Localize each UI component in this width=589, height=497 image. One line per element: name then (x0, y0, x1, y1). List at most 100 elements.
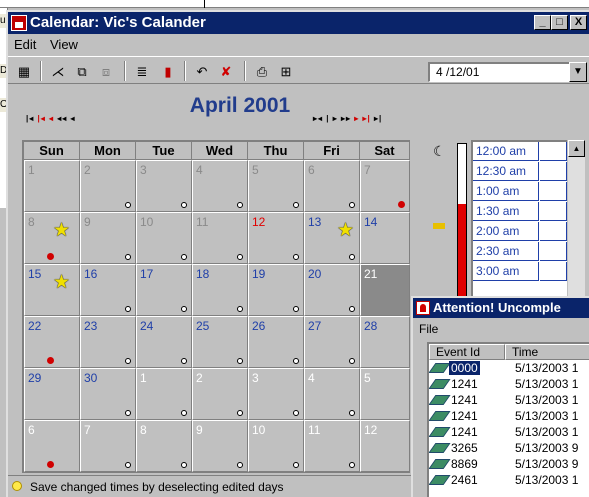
calendar-day-cell[interactable]: 11 (192, 212, 248, 264)
calendar-day-cell[interactable]: 26 (248, 316, 304, 368)
menu-file[interactable]: File (419, 322, 438, 336)
book-icon[interactable]: ▮ (158, 61, 178, 81)
calendar-day-cell[interactable]: 2 (80, 160, 136, 212)
calendar-day-cell[interactable]: 6 (24, 420, 80, 472)
time-slot-list: 12:00 am 12:30 am 1:00 am 1:30 am 2:00 am 2:3… (471, 140, 567, 300)
calendar-day-cell[interactable]: 9 (192, 420, 248, 472)
calendar-day-cell[interactable]: 6 (304, 160, 360, 212)
event-row[interactable]: 1241 5/13/2003 1 (429, 425, 589, 439)
date-dropdown-button[interactable]: ▼ (569, 62, 587, 82)
calendar-day-cell[interactable]: 27 (304, 316, 360, 368)
paste-icon[interactable]: ⧈ (96, 61, 116, 81)
calendar-day-cell[interactable]: 16 (80, 264, 136, 316)
calendar-day-cell[interactable]: 28 (360, 316, 410, 368)
time-slot[interactable]: 2:30 am (473, 242, 539, 261)
calendar-day-cell[interactable]: 2 (192, 368, 248, 420)
day-number: 20 (308, 267, 322, 281)
event-id: 1241 (451, 393, 478, 407)
undo-icon[interactable]: ↶ (192, 61, 212, 81)
calendar-day-cell[interactable]: 9 (80, 212, 136, 264)
event-row[interactable]: 1241 5/13/2003 1 (429, 393, 589, 407)
app-calendar-icon[interactable] (11, 15, 27, 31)
calendar-day-cell[interactable]: 3 (136, 160, 192, 212)
event-row[interactable]: 1241 5/13/2003 1 (429, 377, 589, 391)
calendar-day-cell[interactable]: 29 (24, 368, 80, 420)
time-slot[interactable]: 12:00 am (473, 142, 539, 161)
calendar-day-cell[interactable]: 3 (248, 368, 304, 420)
calendar-day-cell[interactable]: 5 (248, 160, 304, 212)
calendar-day-cell[interactable]: 12 (360, 420, 410, 472)
time-slot-box[interactable] (540, 182, 567, 201)
event-row[interactable]: 0000 5/13/2003 1 (429, 361, 589, 375)
calendar-day-cell[interactable]: 19 (248, 264, 304, 316)
calendar-day-cell[interactable]: 12 (248, 212, 304, 264)
time-slot[interactable]: 3:00 am (473, 262, 539, 281)
maximize-button[interactable]: □ (551, 15, 568, 30)
date-input[interactable]: 4 /12/01 (428, 62, 570, 82)
calendar-day-cell[interactable]: 10 (136, 212, 192, 264)
time-slot[interactable]: 1:00 am (473, 182, 539, 201)
calendar-day-cell[interactable]: 25 (192, 316, 248, 368)
minimize-button[interactable]: _ (534, 15, 551, 30)
calendar-day-cell[interactable]: 17 (136, 264, 192, 316)
calendar-day-cell[interactable]: 13 ★ (304, 212, 360, 264)
calendar-day-cell[interactable]: 1 (24, 160, 80, 212)
time-slot[interactable]: 2:00 am (473, 222, 539, 241)
title-bar[interactable]: Calendar: Vic's Calander _ □ X (8, 12, 589, 34)
calendar-day-cell[interactable]: 8 (136, 420, 192, 472)
time-slot[interactable]: 1:30 am (473, 202, 539, 221)
calendar-day-cell[interactable]: 15 ★ (24, 264, 80, 316)
copy-icon[interactable]: ⧉ (72, 61, 92, 81)
calendar-day-cell[interactable]: 4 (192, 160, 248, 212)
time-scrollbar[interactable] (568, 140, 585, 300)
print-icon[interactable]: ⎙ (252, 61, 272, 81)
calendar-day-cell[interactable]: 22 (24, 316, 80, 368)
time-slot-box[interactable] (540, 142, 567, 161)
last-year-icon[interactable]: ▸| (371, 114, 382, 123)
calendar-day-cell[interactable]: 14 (360, 212, 410, 264)
calendar-day-cell[interactable]: 18 (192, 264, 248, 316)
column-header-event-id[interactable]: Event Id (429, 344, 505, 360)
first-year-icon[interactable]: |◂ (26, 114, 37, 123)
calendar-day-cell[interactable]: 7 (360, 160, 410, 212)
calendar-day-cell[interactable]: 4 (304, 368, 360, 420)
time-slot-box[interactable] (540, 262, 567, 281)
menu-edit[interactable]: Edit (14, 37, 36, 52)
event-row[interactable]: 2461 5/13/2003 1 (429, 473, 589, 487)
prev-year-icon[interactable]: |◂ ◂ (37, 114, 57, 123)
print-preview-icon[interactable]: ⊞ (276, 61, 296, 81)
magic-wand-icon[interactable]: ⋌ (48, 61, 68, 81)
event-row[interactable]: 1241 5/13/2003 1 (429, 409, 589, 423)
time-slot-box[interactable] (540, 202, 567, 221)
prev-month-icon[interactable]: ◂◂ ◂ (57, 114, 75, 123)
calendar-day-cell[interactable]: 20 (304, 264, 360, 316)
grid-view-icon[interactable]: ▦ (14, 61, 34, 81)
calendar-day-cell[interactable]: 5 (360, 368, 410, 420)
calendar-day-cell[interactable]: 7 (80, 420, 136, 472)
time-slot-box[interactable] (540, 242, 567, 261)
time-slot-box[interactable] (540, 162, 567, 181)
calendar-day-cell[interactable]: 1 (136, 368, 192, 420)
attention-title-bar[interactable]: Attention! Uncomple (413, 298, 589, 318)
month-nav-back[interactable]: |◂ |◂ ◂ ◂◂ ◂ (26, 114, 75, 123)
event-row[interactable]: 3265 5/13/2003 9 (429, 441, 589, 455)
calendar-day-cell[interactable]: 8 ★ (24, 212, 80, 264)
calendar-day-cell[interactable]: 21 (360, 264, 410, 316)
time-slot-box[interactable] (540, 222, 567, 241)
calendar-day-cell[interactable]: 24 (136, 316, 192, 368)
calendar-day-cell[interactable]: 30 (80, 368, 136, 420)
column-header-time[interactable]: Time (505, 344, 589, 360)
list-icon[interactable]: ≣ (132, 61, 152, 81)
month-nav-forward[interactable]: ▸◂ | ▸ ▸▸ ▸ ▸| ▸| (313, 114, 382, 123)
next-month-icon[interactable]: ▸◂ | ▸ ▸▸ (313, 114, 354, 123)
next-year-icon[interactable]: ▸ ▸| (354, 114, 371, 123)
delete-icon[interactable]: ✘ (216, 61, 236, 81)
close-button[interactable]: X (570, 15, 587, 30)
event-row[interactable]: 8869 5/13/2003 9 (429, 457, 589, 471)
calendar-day-cell[interactable]: 23 (80, 316, 136, 368)
menu-view[interactable]: View (50, 37, 78, 52)
time-slot[interactable]: 12:30 am (473, 162, 539, 181)
calendar-day-cell[interactable]: 11 (304, 420, 360, 472)
calendar-day-cell[interactable]: 10 (248, 420, 304, 472)
scroll-up-button[interactable]: ▲ (568, 140, 585, 157)
